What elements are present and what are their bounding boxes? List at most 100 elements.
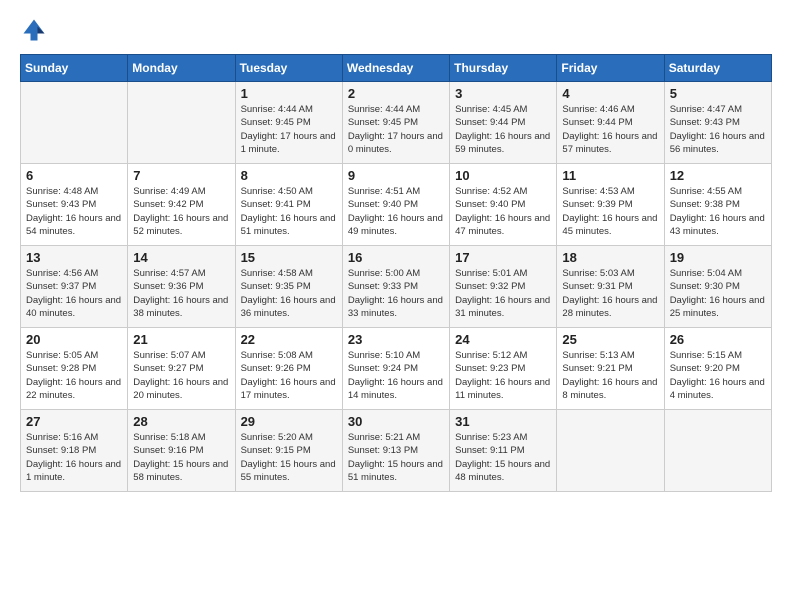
- day-number: 12: [670, 168, 766, 183]
- calendar-cell: 6 Sunrise: 4:48 AM Sunset: 9:43 PM Daylig…: [21, 164, 128, 246]
- day-number: 28: [133, 414, 229, 429]
- calendar-cell: 11 Sunrise: 4:53 AM Sunset: 9:39 PM Dayli…: [557, 164, 664, 246]
- calendar-cell: 29 Sunrise: 5:20 AM Sunset: 9:15 PM Dayli…: [235, 410, 342, 492]
- column-header-thursday: Thursday: [450, 55, 557, 82]
- calendar-cell: 24 Sunrise: 5:12 AM Sunset: 9:23 PM Dayli…: [450, 328, 557, 410]
- day-number: 21: [133, 332, 229, 347]
- calendar-cell: 8 Sunrise: 4:50 AM Sunset: 9:41 PM Daylig…: [235, 164, 342, 246]
- calendar-cell: 7Sunrise: 4:49 AM Sunset: 9:42 PM Daylig…: [128, 164, 235, 246]
- day-info: Sunrise: 5:12 AM Sunset: 9:23 PM Dayligh…: [455, 349, 551, 402]
- day-number: 26: [670, 332, 766, 347]
- day-info: Sunrise: 5:13 AM Sunset: 9:21 PM Dayligh…: [562, 349, 658, 402]
- calendar-cell: 27 Sunrise: 5:16 AM Sunset: 9:18 PM Dayli…: [21, 410, 128, 492]
- page-header: [20, 16, 772, 44]
- day-number: 11: [562, 168, 658, 183]
- day-number: 31: [455, 414, 551, 429]
- calendar-cell: 3Sunrise: 4:45 AM Sunset: 9:44 PM Daylig…: [450, 82, 557, 164]
- column-header-monday: Monday: [128, 55, 235, 82]
- day-number: 18: [562, 250, 658, 265]
- day-number: 30: [348, 414, 444, 429]
- column-header-wednesday: Wednesday: [342, 55, 449, 82]
- calendar-cell: 23 Sunrise: 5:10 AM Sunset: 9:24 PM Dayli…: [342, 328, 449, 410]
- calendar-cell: 9Sunrise: 4:51 AM Sunset: 9:40 PM Daylig…: [342, 164, 449, 246]
- day-number: 10: [455, 168, 551, 183]
- day-number: 8: [241, 168, 337, 183]
- day-info: Sunrise: 4:44 AM Sunset: 9:45 PM Dayligh…: [348, 103, 444, 156]
- day-number: 6: [26, 168, 122, 183]
- day-info: Sunrise: 4:52 AM Sunset: 9:40 PM Dayligh…: [455, 185, 551, 238]
- day-number: 19: [670, 250, 766, 265]
- day-info: Sunrise: 5:01 AM Sunset: 9:32 PM Dayligh…: [455, 267, 551, 320]
- logo: [20, 16, 52, 44]
- day-number: 17: [455, 250, 551, 265]
- calendar-week-row: 6 Sunrise: 4:48 AM Sunset: 9:43 PM Daylig…: [21, 164, 772, 246]
- calendar-header-row: SundayMondayTuesdayWednesdayThursdayFrid…: [21, 55, 772, 82]
- day-number: 29: [241, 414, 337, 429]
- day-number: 22: [241, 332, 337, 347]
- day-number: 24: [455, 332, 551, 347]
- calendar-cell: 14Sunrise: 4:57 AM Sunset: 9:36 PM Dayli…: [128, 246, 235, 328]
- calendar-cell: 13 Sunrise: 4:56 AM Sunset: 9:37 PM Dayli…: [21, 246, 128, 328]
- day-info: Sunrise: 5:04 AM Sunset: 9:30 PM Dayligh…: [670, 267, 766, 320]
- day-number: 4: [562, 86, 658, 101]
- day-number: 3: [455, 86, 551, 101]
- calendar-cell: 20Sunrise: 5:05 AM Sunset: 9:28 PM Dayli…: [21, 328, 128, 410]
- day-info: Sunrise: 5:15 AM Sunset: 9:20 PM Dayligh…: [670, 349, 766, 402]
- calendar-cell: [21, 82, 128, 164]
- day-number: 27: [26, 414, 122, 429]
- day-info: Sunrise: 4:55 AM Sunset: 9:38 PM Dayligh…: [670, 185, 766, 238]
- calendar-cell: 17 Sunrise: 5:01 AM Sunset: 9:32 PM Dayli…: [450, 246, 557, 328]
- day-info: Sunrise: 5:08 AM Sunset: 9:26 PM Dayligh…: [241, 349, 337, 402]
- day-info: Sunrise: 4:48 AM Sunset: 9:43 PM Dayligh…: [26, 185, 122, 238]
- calendar-cell: 4Sunrise: 4:46 AM Sunset: 9:44 PM Daylig…: [557, 82, 664, 164]
- day-number: 2: [348, 86, 444, 101]
- day-info: Sunrise: 4:57 AM Sunset: 9:36 PM Dayligh…: [133, 267, 229, 320]
- column-header-friday: Friday: [557, 55, 664, 82]
- day-number: 25: [562, 332, 658, 347]
- calendar-table: SundayMondayTuesdayWednesdayThursdayFrid…: [20, 54, 772, 492]
- column-header-sunday: Sunday: [21, 55, 128, 82]
- calendar-week-row: 27 Sunrise: 5:16 AM Sunset: 9:18 PM Dayli…: [21, 410, 772, 492]
- calendar-cell: 25 Sunrise: 5:13 AM Sunset: 9:21 PM Dayli…: [557, 328, 664, 410]
- day-number: 16: [348, 250, 444, 265]
- calendar-week-row: 20Sunrise: 5:05 AM Sunset: 9:28 PM Dayli…: [21, 328, 772, 410]
- calendar-cell: 18 Sunrise: 5:03 AM Sunset: 9:31 PM Dayli…: [557, 246, 664, 328]
- day-number: 20: [26, 332, 122, 347]
- calendar-cell: 2 Sunrise: 4:44 AM Sunset: 9:45 PM Daylig…: [342, 82, 449, 164]
- calendar-cell: 31Sunrise: 5:23 AM Sunset: 9:11 PM Dayli…: [450, 410, 557, 492]
- day-number: 13: [26, 250, 122, 265]
- calendar-cell: 12 Sunrise: 4:55 AM Sunset: 9:38 PM Dayli…: [664, 164, 771, 246]
- calendar-cell: 16 Sunrise: 5:00 AM Sunset: 9:33 PM Dayli…: [342, 246, 449, 328]
- day-info: Sunrise: 5:18 AM Sunset: 9:16 PM Dayligh…: [133, 431, 229, 484]
- column-header-tuesday: Tuesday: [235, 55, 342, 82]
- day-info: Sunrise: 4:56 AM Sunset: 9:37 PM Dayligh…: [26, 267, 122, 320]
- day-number: 23: [348, 332, 444, 347]
- calendar-cell: [664, 410, 771, 492]
- day-info: Sunrise: 5:10 AM Sunset: 9:24 PM Dayligh…: [348, 349, 444, 402]
- day-info: Sunrise: 5:03 AM Sunset: 9:31 PM Dayligh…: [562, 267, 658, 320]
- calendar-cell: 1 Sunrise: 4:44 AM Sunset: 9:45 PM Daylig…: [235, 82, 342, 164]
- calendar-cell: 5 Sunrise: 4:47 AM Sunset: 9:43 PM Daylig…: [664, 82, 771, 164]
- day-number: 9: [348, 168, 444, 183]
- calendar-cell: 15 Sunrise: 4:58 AM Sunset: 9:35 PM Dayli…: [235, 246, 342, 328]
- day-info: Sunrise: 4:50 AM Sunset: 9:41 PM Dayligh…: [241, 185, 337, 238]
- day-number: 1: [241, 86, 337, 101]
- day-number: 5: [670, 86, 766, 101]
- day-info: Sunrise: 4:58 AM Sunset: 9:35 PM Dayligh…: [241, 267, 337, 320]
- day-info: Sunrise: 4:47 AM Sunset: 9:43 PM Dayligh…: [670, 103, 766, 156]
- calendar-cell: 10 Sunrise: 4:52 AM Sunset: 9:40 PM Dayli…: [450, 164, 557, 246]
- day-number: 15: [241, 250, 337, 265]
- calendar-week-row: 1 Sunrise: 4:44 AM Sunset: 9:45 PM Daylig…: [21, 82, 772, 164]
- day-info: Sunrise: 5:00 AM Sunset: 9:33 PM Dayligh…: [348, 267, 444, 320]
- logo-icon: [20, 16, 48, 44]
- calendar-cell: 28 Sunrise: 5:18 AM Sunset: 9:16 PM Dayli…: [128, 410, 235, 492]
- day-info: Sunrise: 5:16 AM Sunset: 9:18 PM Dayligh…: [26, 431, 122, 484]
- day-info: Sunrise: 4:53 AM Sunset: 9:39 PM Dayligh…: [562, 185, 658, 238]
- calendar-cell: [128, 82, 235, 164]
- day-info: Sunrise: 5:20 AM Sunset: 9:15 PM Dayligh…: [241, 431, 337, 484]
- calendar-cell: 19 Sunrise: 5:04 AM Sunset: 9:30 PM Dayli…: [664, 246, 771, 328]
- day-info: Sunrise: 4:44 AM Sunset: 9:45 PM Dayligh…: [241, 103, 337, 156]
- calendar-cell: 30 Sunrise: 5:21 AM Sunset: 9:13 PM Dayli…: [342, 410, 449, 492]
- day-number: 7: [133, 168, 229, 183]
- day-info: Sunrise: 5:21 AM Sunset: 9:13 PM Dayligh…: [348, 431, 444, 484]
